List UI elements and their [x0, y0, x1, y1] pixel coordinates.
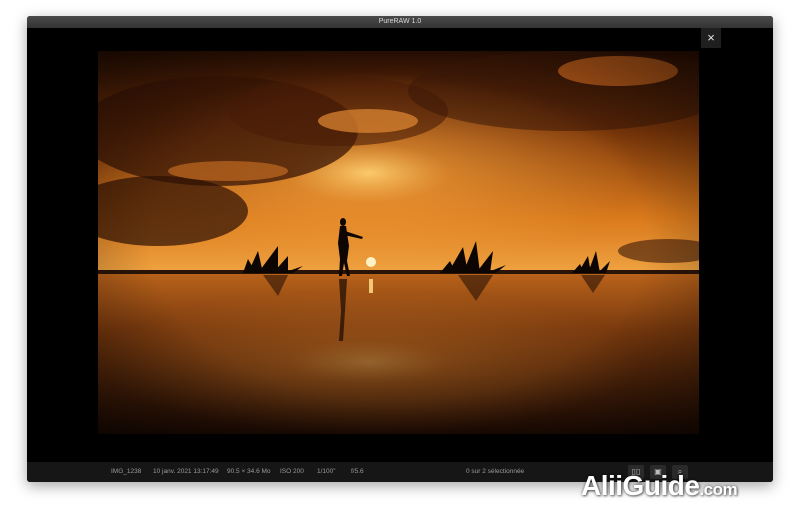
photo-preview	[98, 51, 699, 434]
aperture-value: f/5.6	[351, 468, 364, 475]
selection-count: 0 sur 2 sélectionnée	[466, 468, 525, 475]
file-name: IMG_1238	[111, 468, 142, 475]
iso-value: ISO 200	[280, 468, 304, 475]
app-window: PureRAW 1.0 × IMG_1238 10 janv. 2021 13:…	[27, 16, 773, 482]
file-size: 90.5 × 34.6 Mo	[227, 468, 271, 475]
watermark-tld: .com	[699, 480, 738, 499]
watermark-brand: AliiGuide	[581, 470, 700, 501]
shutter-speed: 1/100"	[317, 468, 336, 475]
site-watermark: AliiGuide.com	[581, 470, 738, 502]
capture-date: 10 janv. 2021 13:17:49	[153, 468, 219, 475]
close-button[interactable]: ×	[701, 28, 721, 48]
photo-image	[98, 51, 699, 434]
window-title: PureRAW 1.0	[27, 16, 773, 28]
